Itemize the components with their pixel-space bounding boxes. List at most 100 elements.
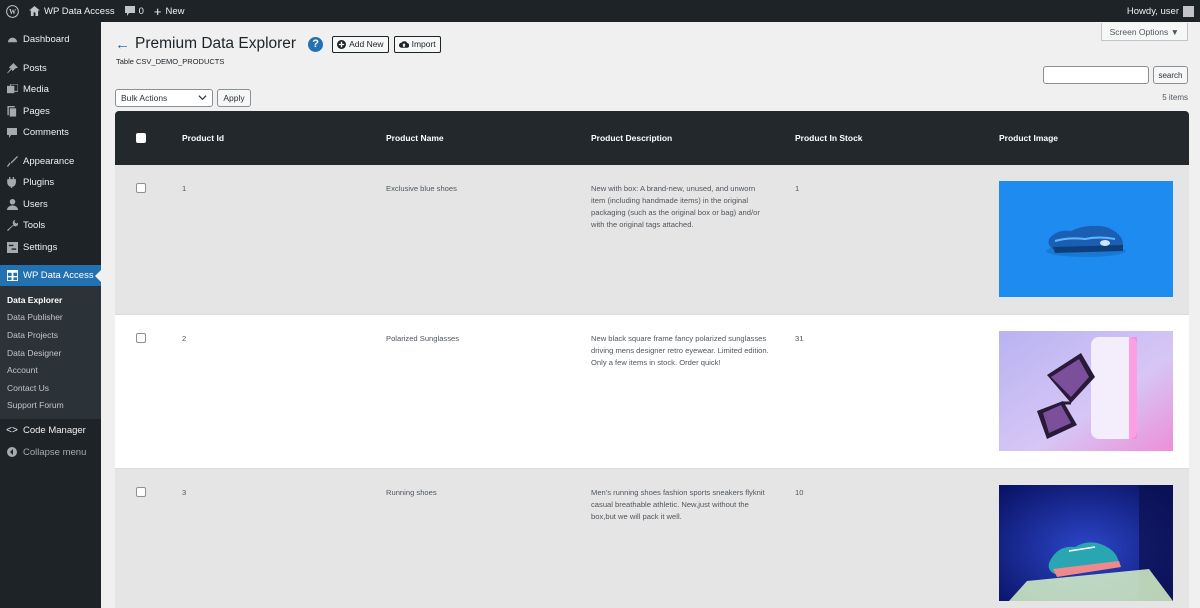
code-icon: <> [6,425,18,437]
select-all-checkbox[interactable] [136,133,146,143]
product-name: Running shoes [386,488,437,497]
product-name: Polarized Sunglasses [386,334,460,343]
menu-label: Media [23,84,49,96]
apply-button[interactable]: Apply [217,89,251,107]
running-shoe-image [999,485,1173,601]
submenu-data-designer[interactable]: Data Designer [0,344,101,362]
comments-link[interactable]: 0 [120,0,149,22]
menu-label: Code Manager [23,425,86,437]
menu-label: Posts [23,62,47,74]
plus-circle-icon [337,39,347,49]
product-id: 1 [182,184,187,193]
import-button[interactable]: Import [393,35,441,53]
menu-users[interactable]: Users [0,194,101,216]
back-arrow-icon[interactable]: ← [115,36,130,53]
product-name: Exclusive blue shoes [386,184,457,193]
title-row: ← Premium Data Explorer ? Add New Import [115,35,446,53]
menu-label: Appearance [23,155,75,167]
add-new-button[interactable]: Add New [332,35,389,53]
site-name-link[interactable]: WP Data Access [24,0,120,22]
table-row[interactable]: 1 Exclusive blue shoes New with box: A b… [115,165,1189,315]
bulk-actions-value: Bulk Actions [121,93,168,103]
search-button[interactable]: search [1153,66,1188,84]
new-label: New [165,5,185,17]
menu-appearance[interactable]: Appearance [0,151,101,173]
search-input[interactable] [1043,66,1149,84]
pin-icon [6,62,18,74]
admin-sidebar: Dashboard Posts Media Pages Comments App… [0,22,101,608]
new-content-link[interactable]: + New [149,0,190,22]
row-checkbox[interactable] [136,487,146,497]
column-product-id[interactable]: Product Id [182,133,224,143]
site-name: WP Data Access [44,5,115,17]
svg-text:W: W [8,8,16,16]
products-table: Product Id Product Name Product Descript… [115,111,1189,608]
brush-icon [6,155,18,167]
screen-options-button[interactable]: Screen Options ▼ [1100,23,1188,41]
main-content: Screen Options ▼ ← Premium Data Explorer… [101,22,1200,608]
menu-tools[interactable]: Tools [0,215,101,237]
items-count: 5 items [1162,93,1188,102]
menu-label: Comments [23,127,69,139]
menu-label: Users [23,198,48,210]
submenu-support-forum[interactable]: Support Forum [0,397,101,415]
row-checkbox[interactable] [136,183,146,193]
bulk-actions-select[interactable]: Bulk Actions [115,89,213,107]
product-description: Men's running shoes fashion sports sneak… [591,488,765,521]
menu-plugins[interactable]: Plugins [0,172,101,194]
menu-label: Collapse menu [23,446,87,458]
product-id: 3 [182,488,187,497]
menu-label: Settings [23,241,58,253]
wordpress-logo-icon[interactable]: W [0,0,24,22]
account-menu[interactable]: Howdy, user [1122,0,1200,22]
admin-bar: W WP Data Access 0 + New Howdy, user [0,0,1200,22]
menu-dashboard[interactable]: Dashboard [0,29,101,51]
import-label: Import [411,39,436,49]
sunglasses-image [999,331,1173,451]
user-icon [6,198,18,210]
menu-code-manager[interactable]: <> Code Manager [0,420,101,442]
dashboard-icon [6,34,18,46]
menu-comments[interactable]: Comments [0,122,101,144]
table-icon [6,270,18,282]
submenu-contact-us[interactable]: Contact Us [0,379,101,397]
column-product-name[interactable]: Product Name [386,133,444,143]
menu-label: WP Data Access [23,270,94,281]
submenu-data-explorer[interactable]: Data Explorer [0,291,101,309]
submenu-data-publisher[interactable]: Data Publisher [0,309,101,327]
wrench-icon [6,220,18,232]
menu-label: Tools [23,220,46,232]
table-row[interactable]: 2 Polarized Sunglasses New black square … [115,315,1189,469]
page-title: Premium Data Explorer [135,35,297,52]
menu-label: Plugins [23,177,55,189]
comment-bubble-icon [124,6,135,16]
column-product-image[interactable]: Product Image [999,133,1058,143]
product-id: 2 [182,334,187,343]
row-checkbox[interactable] [136,333,146,343]
submenu-data-projects[interactable]: Data Projects [0,326,101,344]
avatar [1183,5,1194,17]
table-row[interactable]: 3 Running shoes Men's running shoes fash… [115,469,1189,608]
menu-media[interactable]: Media [0,79,101,101]
settings-icon [6,241,18,253]
media-icon [6,84,18,96]
column-product-description[interactable]: Product Description [591,133,672,143]
menu-settings[interactable]: Settings [0,237,101,259]
column-product-in-stock[interactable]: Product In Stock [795,133,863,143]
table-header: Product Id Product Name Product Descript… [115,111,1189,165]
wp-data-access-submenu: Data Explorer Data Publisher Data Projec… [0,286,101,420]
menu-posts[interactable]: Posts [0,58,101,80]
help-icon[interactable]: ? [308,36,324,52]
menu-pages[interactable]: Pages [0,101,101,123]
home-icon [29,6,40,16]
menu-wp-data-access[interactable]: WP Data Access [0,265,101,286]
product-description: New black square frame fancy polarized s… [591,334,769,367]
pages-icon [6,105,18,117]
cloud-upload-icon [398,40,409,48]
product-stock: 31 [795,334,804,343]
howdy-text: Howdy, user [1126,5,1179,17]
collapse-menu-button[interactable]: Collapse menu [0,442,101,464]
menu-label: Dashboard [23,34,70,46]
comments-count: 0 [138,5,144,17]
submenu-account[interactable]: Account [0,361,101,379]
